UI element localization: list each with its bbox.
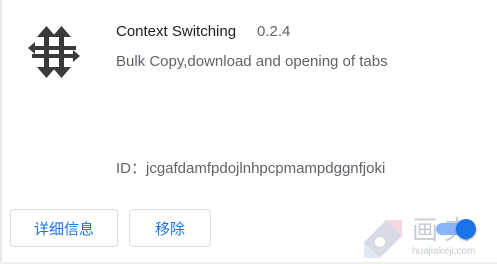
extension-id: ID：jcgafdamfpdojlnhpcpmampdggnfjoki: [116, 160, 386, 177]
remove-button[interactable]: 移除: [129, 209, 211, 247]
watermark-url: huajiakeji.com: [412, 246, 476, 257]
toggle-knob: [456, 219, 476, 239]
extension-card: Context Switching 0.2.4 Bulk Copy,downlo…: [0, 0, 497, 264]
extension-version: 0.2.4: [257, 23, 291, 40]
details-button[interactable]: 详细信息: [10, 209, 118, 247]
context-switching-arrows-icon: [28, 26, 80, 78]
extension-name: Context Switching: [116, 23, 237, 40]
extension-description: Bulk Copy,download and opening of tabs: [116, 53, 388, 70]
watermark-logo-icon: [364, 220, 402, 258]
watermark: 画夹 huajiakeji.com: [360, 208, 497, 264]
enable-toggle[interactable]: [436, 219, 476, 239]
